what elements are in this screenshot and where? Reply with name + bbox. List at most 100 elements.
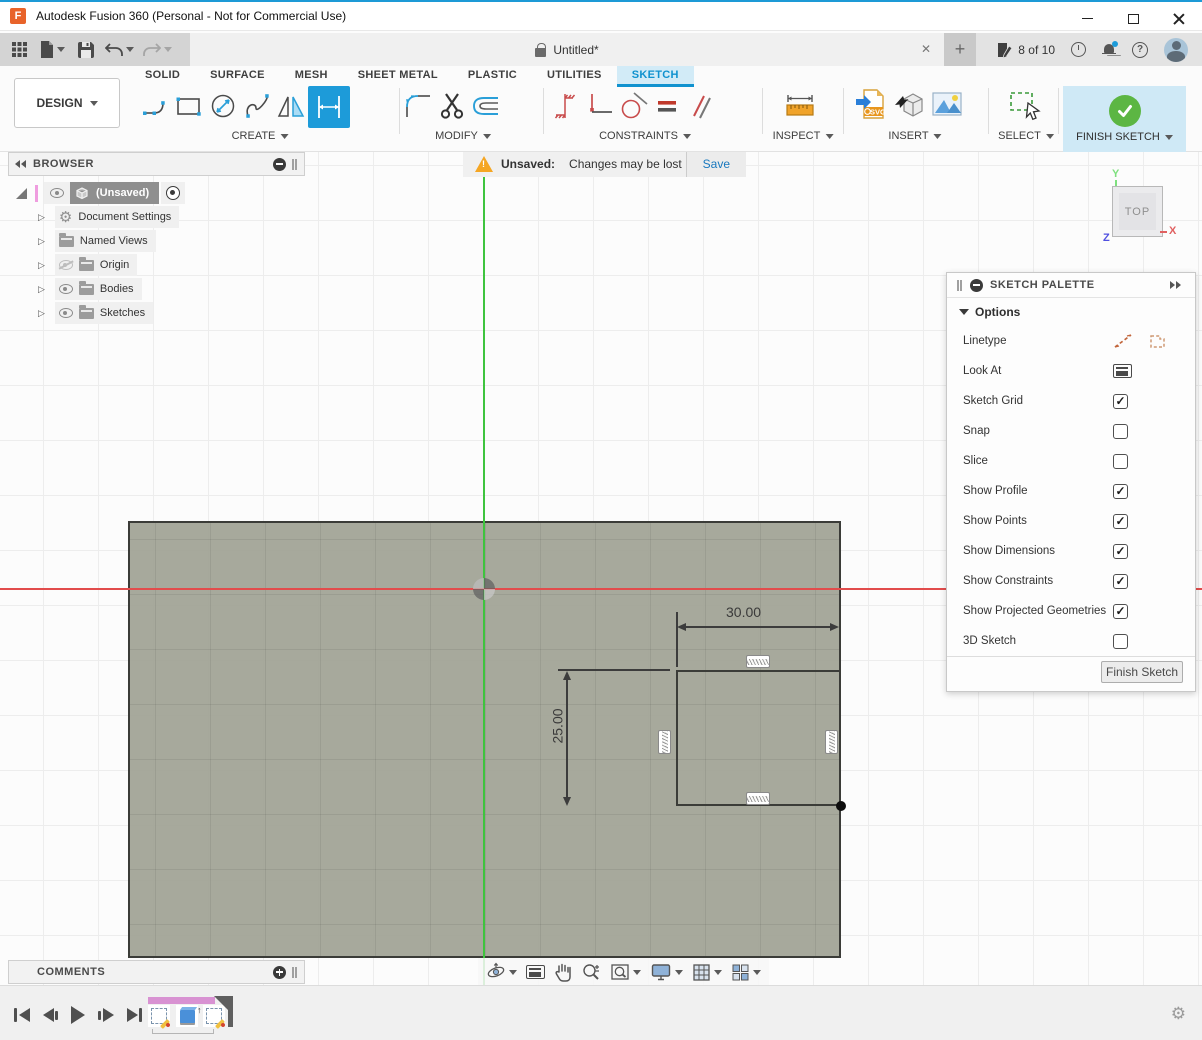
modify-group-label[interactable]: MODIFY	[435, 130, 491, 142]
visibility-eye-icon[interactable]	[59, 308, 73, 318]
collinear-constraint-icon[interactable]	[746, 792, 770, 805]
user-avatar[interactable]	[1164, 38, 1188, 62]
expand-icon[interactable]	[38, 235, 45, 247]
tab-utilities[interactable]: UTILITIES	[532, 66, 617, 87]
collapse-panel-icon[interactable]	[273, 158, 286, 171]
close-button[interactable]	[1156, 4, 1202, 33]
show-dimensions-checkbox[interactable]	[1113, 544, 1128, 559]
collapse-panel-icon[interactable]	[970, 279, 983, 292]
sketch-grid-checkbox[interactable]	[1113, 394, 1128, 409]
add-comment-icon[interactable]	[273, 966, 286, 979]
close-document-icon[interactable]	[918, 41, 934, 57]
timeline-play-button[interactable]	[71, 1006, 85, 1024]
comments-panel-header[interactable]: COMMENTS	[8, 960, 305, 984]
minimize-button[interactable]	[1064, 4, 1110, 33]
sketch-dimension-tool[interactable]	[308, 86, 350, 128]
constraints-group-label[interactable]: CONSTRAINTS	[599, 130, 691, 142]
tab-sketch[interactable]: SKETCH	[617, 66, 694, 87]
timeline-feature-extrude[interactable]	[176, 1005, 198, 1027]
collinear-constraint-icon[interactable]	[658, 730, 671, 754]
3d-sketch-checkbox[interactable]	[1113, 634, 1128, 649]
collinear-constraint-icon[interactable]	[825, 730, 838, 754]
maximize-button[interactable]	[1110, 4, 1156, 33]
projected-linetype-icon[interactable]	[1147, 332, 1167, 350]
line-tool[interactable]	[138, 86, 172, 126]
display-settings[interactable]	[650, 962, 683, 982]
timeline-step-back-button[interactable]	[43, 1008, 59, 1022]
redo-icon[interactable]	[143, 43, 172, 57]
pan-tool[interactable]	[554, 962, 572, 982]
expand-right-icon[interactable]	[1169, 281, 1181, 289]
origin-point[interactable]	[473, 578, 495, 600]
dim-width-value[interactable]: 30.00	[726, 604, 761, 620]
midpoint-constraint-tool[interactable]	[548, 86, 582, 126]
create-group-label[interactable]: CREATE	[232, 130, 289, 142]
save-link[interactable]: Save	[686, 151, 746, 177]
select-group-label[interactable]: SELECT	[998, 130, 1054, 142]
show-projected-geometries-checkbox[interactable]	[1113, 604, 1128, 619]
undo-icon[interactable]	[105, 43, 134, 57]
expand-icon[interactable]	[38, 283, 45, 295]
finish-sketch-button[interactable]: Finish Sketch	[1101, 661, 1183, 683]
sketch-point[interactable]	[836, 801, 846, 811]
browser-root-row[interactable]: (Unsaved)	[16, 181, 185, 205]
spline-tool[interactable]	[240, 86, 274, 126]
notifications-bell-icon[interactable]	[1102, 43, 1116, 57]
visibility-eye-off-icon[interactable]	[59, 260, 73, 270]
horizontal-vertical-constraint-tool[interactable]	[582, 86, 616, 126]
timeline-feature-sketch1[interactable]	[148, 1005, 170, 1027]
viewcube-face-label[interactable]: TOP	[1125, 206, 1150, 218]
show-profile-checkbox[interactable]	[1113, 484, 1128, 499]
timeline-playhead-stem[interactable]	[228, 996, 233, 1027]
grid-settings[interactable]	[692, 963, 722, 982]
expand-icon[interactable]	[38, 259, 45, 271]
browser-row-named-views[interactable]: Named Views	[38, 229, 156, 253]
app-launcher-grid-icon[interactable]	[12, 42, 27, 57]
expand-icon[interactable]	[38, 307, 45, 319]
tab-plastic[interactable]: PLASTIC	[453, 66, 532, 87]
timeline-go-to-end-button[interactable]	[127, 1008, 143, 1022]
show-constraints-checkbox[interactable]	[1113, 574, 1128, 589]
look-at-tool[interactable]	[526, 965, 545, 979]
select-tool[interactable]	[1006, 86, 1046, 126]
timeline-playhead[interactable]	[214, 996, 229, 1011]
browser-row-bodies[interactable]: Bodies	[38, 277, 142, 301]
tab-solid[interactable]: SOLID	[130, 66, 195, 87]
measure-tool[interactable]	[783, 86, 817, 126]
collinear-constraint-icon[interactable]	[746, 655, 770, 668]
tangent-constraint-tool[interactable]	[616, 86, 650, 126]
sketch-palette-header[interactable]: SKETCH PALETTE	[947, 273, 1195, 298]
tab-sheet-metal[interactable]: SHEET METAL	[343, 66, 453, 87]
insert-mesh-tool[interactable]	[890, 84, 928, 124]
tab-mesh[interactable]: MESH	[280, 66, 343, 87]
rectangle-tool[interactable]	[172, 86, 206, 126]
tab-surface[interactable]: SURFACE	[195, 66, 280, 87]
visibility-eye-icon[interactable]	[50, 188, 64, 198]
drag-grip-icon[interactable]	[957, 280, 963, 291]
viewcube[interactable]: TOP	[1112, 186, 1163, 237]
parallel-constraint-tool[interactable]	[684, 86, 718, 126]
document-count[interactable]: 8 of 10	[997, 42, 1055, 58]
construction-linetype-icon[interactable]	[1113, 332, 1133, 350]
visibility-eye-icon[interactable]	[59, 284, 73, 294]
slice-checkbox[interactable]	[1113, 454, 1128, 469]
mirror-tool[interactable]	[274, 86, 308, 126]
finish-sketch-ribbon-button[interactable]: FINISH SKETCH	[1063, 86, 1186, 152]
document-tab[interactable]: Untitled*	[190, 33, 944, 66]
trim-tool[interactable]	[435, 86, 469, 126]
drag-grip-icon[interactable]	[292, 159, 298, 170]
new-document-tab-button[interactable]	[944, 33, 976, 66]
timeline-settings-gear-icon[interactable]	[1171, 1004, 1186, 1024]
expand-icon[interactable]	[38, 211, 45, 223]
help-icon[interactable]	[1132, 42, 1148, 58]
inspect-group-label[interactable]: INSPECT	[773, 130, 834, 142]
fit-tool[interactable]	[610, 962, 641, 982]
save-icon[interactable]	[78, 42, 94, 58]
file-menu-icon[interactable]	[40, 41, 65, 58]
options-section-header[interactable]: Options	[947, 298, 1195, 326]
offset-tool[interactable]	[469, 86, 503, 126]
collapse-left-icon[interactable]	[15, 160, 27, 168]
circle-tool[interactable]	[206, 86, 240, 126]
snap-checkbox[interactable]	[1113, 424, 1128, 439]
timeline-go-to-start-button[interactable]	[14, 1008, 30, 1022]
